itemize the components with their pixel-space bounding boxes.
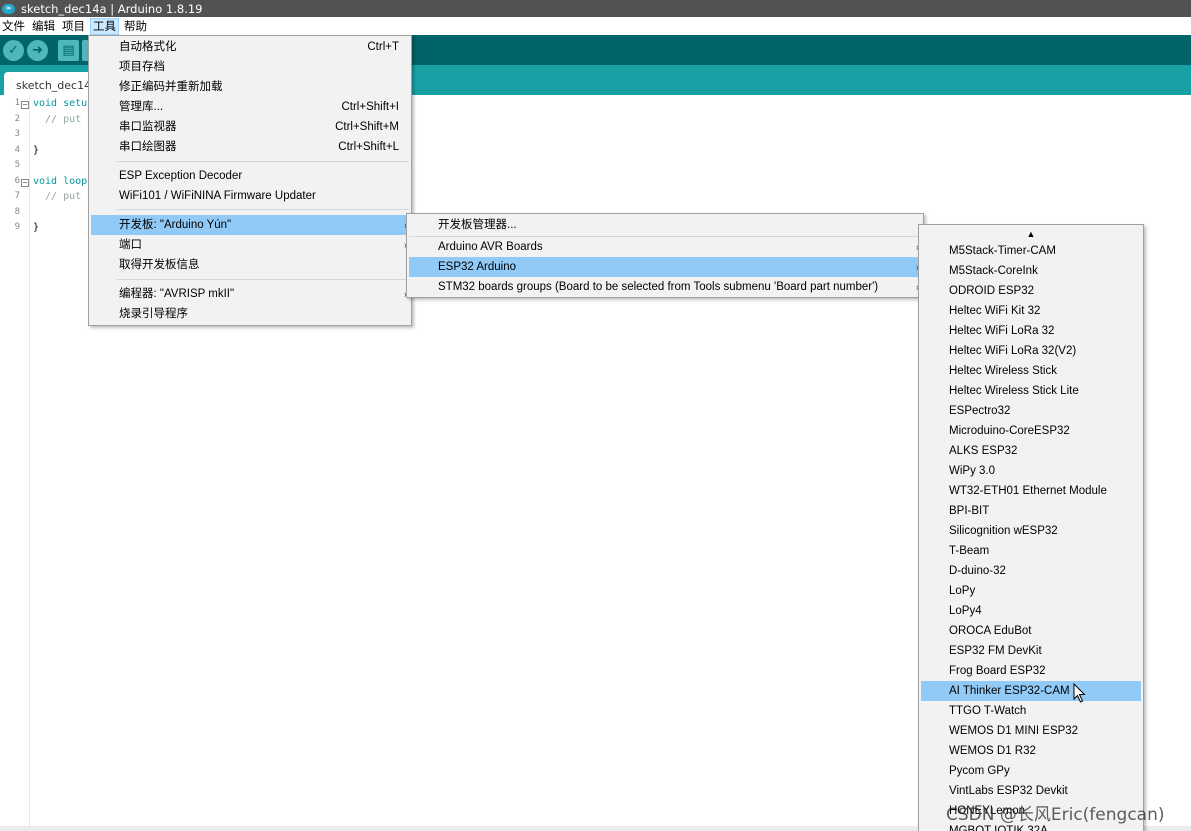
menu-item-fix-encoding[interactable]: 修正编码并重新加载 — [91, 77, 409, 97]
board-submenu: 开发板管理器... Arduino AVR Boards› ESP32 Ardu… — [406, 213, 924, 298]
menu-item-manage-libraries[interactable]: 管理库... Ctrl+Shift+I — [91, 97, 409, 117]
menu-tools[interactable]: 工具 — [90, 17, 119, 35]
board-list-item[interactable]: Pycom GPy — [921, 761, 1141, 781]
upload-icon[interactable]: ➜ — [27, 40, 48, 61]
menu-item-serial-monitor[interactable]: 串口监视器 Ctrl+Shift+M — [91, 117, 409, 137]
menu-item-board[interactable]: 开发板: "Arduino Yún"› — [91, 215, 409, 235]
menu-separator — [117, 279, 409, 280]
menu-file[interactable]: 文件 — [0, 18, 27, 35]
board-list-item[interactable]: M5Stack-CoreInk — [921, 261, 1141, 281]
menu-item-port[interactable]: 端口› — [91, 235, 409, 255]
board-list-item[interactable]: Heltec Wireless Stick — [921, 361, 1141, 381]
esp32-board-submenu: ▲ M5Stack-Timer-CAM M5Stack-CoreInk ODROID… — [918, 224, 1144, 831]
board-list-item[interactable]: Heltec Wireless Stick Lite — [921, 381, 1141, 401]
menu-item-auto-format[interactable]: 自动格式化 Ctrl+T — [91, 37, 409, 57]
new-icon[interactable]: ▤ — [58, 40, 79, 61]
fold-icon[interactable]: − — [21, 178, 29, 187]
board-list-item[interactable]: ESPectro32 — [921, 401, 1141, 421]
mouse-cursor-icon — [1073, 683, 1086, 703]
board-list-item[interactable]: LoPy4 — [921, 601, 1141, 621]
menu-item-boards-manager[interactable]: 开发板管理器... — [409, 215, 921, 235]
menu-bar: 文件 编辑 项目 工具 帮助 — [0, 17, 1191, 35]
verify-icon[interactable]: ✓ — [3, 40, 24, 61]
board-list-item[interactable]: Heltec WiFi LoRa 32(V2) — [921, 341, 1141, 361]
board-list-item[interactable]: WEMOS D1 R32 — [921, 741, 1141, 761]
board-list-item[interactable]: D-duino-32 — [921, 561, 1141, 581]
menu-separator — [117, 161, 409, 162]
watermark: CSDN @长风Eric(fengcan) — [946, 805, 1165, 825]
board-list-item[interactable]: WEMOS D1 MINI ESP32 — [921, 721, 1141, 741]
tools-menu: 自动格式化 Ctrl+T 项目存档 修正编码并重新加载 管理库... Ctrl+Sh… — [88, 35, 412, 326]
menu-item-esp-exception-decoder[interactable]: ESP Exception Decoder — [91, 166, 409, 186]
fold-icon[interactable]: − — [21, 101, 29, 109]
menu-item-programmer[interactable]: 编程器: "AVRISP mkII"› — [91, 284, 409, 304]
board-list-item[interactable]: Heltec WiFi Kit 32 — [921, 301, 1141, 321]
window-title: sketch_dec14a | Arduino 1.8.19 — [21, 1, 203, 16]
board-list-item[interactable]: BPI-BIT — [921, 501, 1141, 521]
scroll-up-arrow-icon[interactable]: ▲ — [919, 227, 1143, 241]
board-list-item[interactable]: AI Thinker ESP32-CAM — [921, 681, 1141, 701]
board-list-item[interactable]: ALKS ESP32 — [921, 441, 1141, 461]
board-list-item[interactable]: T-Beam — [921, 541, 1141, 561]
board-list-item[interactable]: ODROID ESP32 — [921, 281, 1141, 301]
menu-item-firmware-updater[interactable]: WiFi101 / WiFiNINA Firmware Updater — [91, 186, 409, 206]
menu-edit[interactable]: 编辑 — [30, 18, 57, 35]
board-list-item[interactable]: WiPy 3.0 — [921, 461, 1141, 481]
menu-item-board-info[interactable]: 取得开发板信息 — [91, 255, 409, 275]
board-list-item[interactable]: ESP32 FM DevKit — [921, 641, 1141, 661]
menu-item-burn-bootloader[interactable]: 烧录引导程序 — [91, 304, 409, 324]
menu-separator — [117, 209, 409, 210]
menu-help[interactable]: 帮助 — [122, 18, 149, 35]
board-list-item[interactable]: Heltec WiFi LoRa 32 — [921, 321, 1141, 341]
board-list-item[interactable]: OROCA EduBot — [921, 621, 1141, 641]
menu-item-esp32-arduino[interactable]: ESP32 Arduino› — [409, 257, 921, 277]
menu-item-serial-plotter[interactable]: 串口绘图器 Ctrl+Shift+L — [91, 137, 409, 157]
title-bar: ∞ sketch_dec14a | Arduino 1.8.19 — [0, 0, 1191, 17]
tab-sketch[interactable]: sketch_dec14a — [4, 72, 94, 95]
board-list-item[interactable]: M5Stack-Timer-CAM — [921, 241, 1141, 261]
board-list-item[interactable]: Silicognition wESP32 — [921, 521, 1141, 541]
board-list-item[interactable]: WT32-ETH01 Ethernet Module — [921, 481, 1141, 501]
arduino-logo-icon: ∞ — [2, 3, 15, 14]
menu-sketch[interactable]: 项目 — [60, 18, 87, 35]
board-list-item[interactable]: VintLabs ESP32 Devkit — [921, 781, 1141, 801]
board-list-item[interactable]: LoPy — [921, 581, 1141, 601]
board-list-item[interactable]: Microduino-CoreESP32 — [921, 421, 1141, 441]
menu-item-avr-boards[interactable]: Arduino AVR Boards› — [409, 237, 921, 257]
board-list-item[interactable]: TTGO T-Watch — [921, 701, 1141, 721]
line-gutter — [0, 95, 30, 831]
board-list-item[interactable]: Frog Board ESP32 — [921, 661, 1141, 681]
menu-item-stm32-boards[interactable]: STM32 boards groups (Board to be selecte… — [409, 277, 921, 297]
menu-item-archive-sketch[interactable]: 项目存档 — [91, 57, 409, 77]
